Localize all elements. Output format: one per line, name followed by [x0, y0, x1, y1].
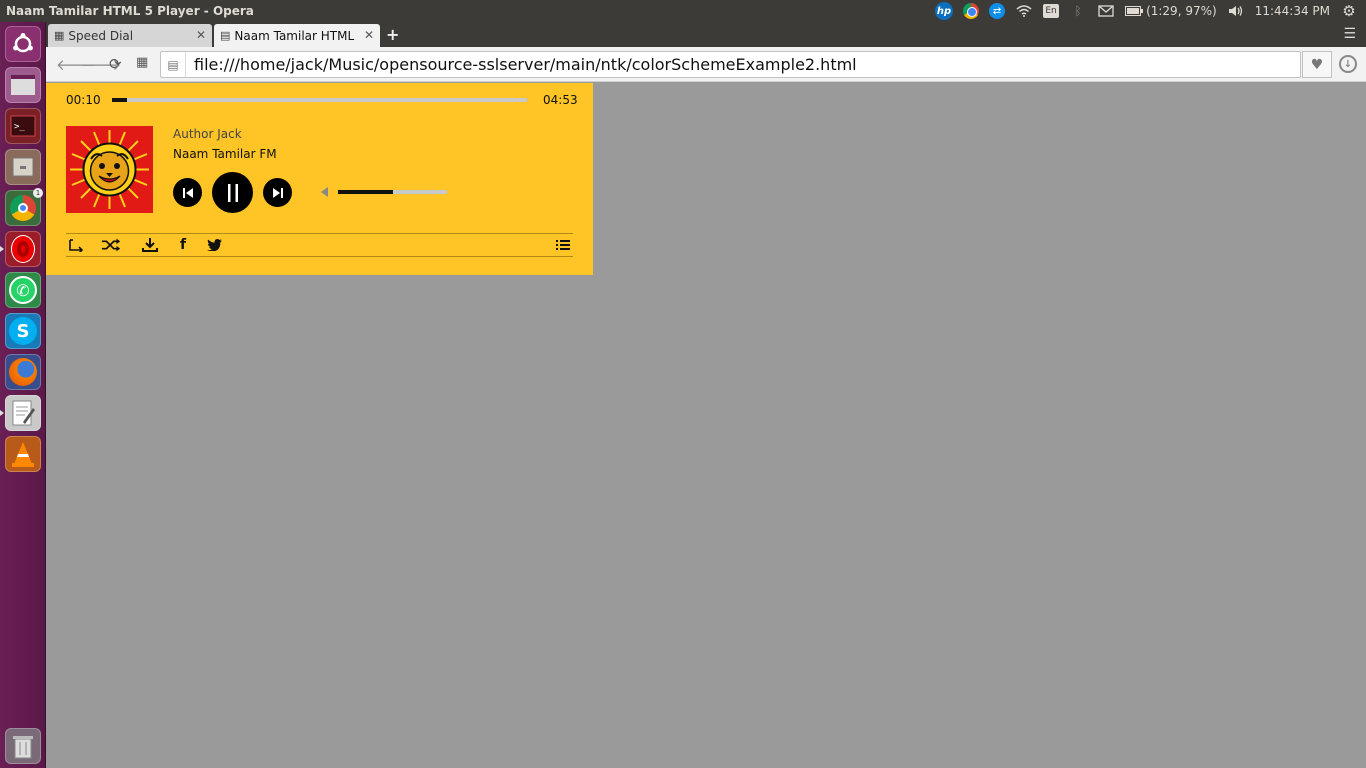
new-tab-button[interactable]: +: [386, 25, 399, 44]
pause-icon: [227, 183, 238, 202]
page-info-icon[interactable]: ▤: [161, 58, 185, 72]
url-text[interactable]: file:///home/jack/Music/opensource-sslse…: [185, 52, 857, 77]
author-label: Author Jack: [173, 127, 242, 141]
tab-menu-icon[interactable]: ☰: [1343, 26, 1356, 42]
divider: [66, 233, 573, 234]
wifi-icon[interactable]: [1015, 3, 1033, 19]
keyboard-layout-indicator[interactable]: En: [1043, 4, 1060, 18]
previous-button[interactable]: [173, 178, 202, 207]
tab-speed-dial[interactable]: ▦ Speed Dial ✕: [48, 24, 212, 47]
trash-icon: [13, 736, 33, 759]
settings-gear-icon[interactable]: ⚙: [1340, 2, 1358, 20]
launcher-dash-home[interactable]: [5, 26, 41, 62]
next-button[interactable]: [263, 178, 292, 207]
heart-icon[interactable]: ♥: [1302, 51, 1332, 78]
launcher-workspace-switcher[interactable]: [5, 67, 41, 103]
divider: [66, 256, 573, 257]
tab-player[interactable]: ▤ Naam Tamilar HTML 5 Player ✕: [214, 24, 380, 47]
progress-bar[interactable]: [112, 98, 527, 102]
page-icon: ▤: [220, 29, 231, 42]
address-bar[interactable]: ▤ file:///home/jack/Music/opensource-ssl…: [160, 51, 1301, 78]
playlist-button[interactable]: [553, 235, 573, 255]
total-time: 04:53: [543, 93, 578, 107]
chrome-icon: [10, 195, 36, 221]
firefox-icon: [9, 358, 37, 386]
opera-icon: [11, 235, 35, 263]
album-art: [66, 126, 153, 213]
window-title: Naam Tamilar HTML 5 Player - Opera: [6, 4, 254, 18]
whatsapp-icon: ✆: [9, 276, 37, 304]
running-indicator: [0, 246, 4, 252]
music-player: 00:10 04:53 Author Jack Naam Tamilar FM: [46, 83, 593, 275]
battery-indicator[interactable]: (1:29, 97%): [1125, 3, 1217, 19]
launcher-skype[interactable]: S: [5, 313, 41, 349]
launcher-chrome[interactable]: 1: [5, 188, 43, 226]
svg-text:>_: >_: [14, 122, 25, 132]
launcher-files[interactable]: [5, 149, 41, 185]
launcher: >_ 1 ✆ S: [0, 22, 46, 768]
workspace-icon: [11, 75, 35, 95]
hp-icon[interactable]: hp: [935, 2, 954, 20]
tab-bar: ▦ Speed Dial ✕ ▤ Naam Tamilar HTML 5 Pla…: [46, 22, 1366, 47]
facebook-icon[interactable]: f: [173, 235, 193, 255]
tiger-emblem-icon: [66, 126, 153, 213]
volume-slider[interactable]: [338, 190, 447, 194]
launcher-text-editor[interactable]: [0, 395, 41, 431]
launcher-terminal[interactable]: >_: [5, 108, 41, 144]
skype-icon: S: [9, 317, 37, 345]
browser-toolbar: 🡐 🡒 ⟳ ▦ ▤ file:///home/jack/Music/openso…: [46, 47, 1366, 82]
close-icon[interactable]: ✕: [196, 28, 206, 42]
system-top-panel: Naam Tamilar HTML 5 Player - Opera hp ⇄ …: [0, 0, 1366, 22]
text-editor-icon: [12, 400, 35, 426]
station-title: Naam Tamilar FM: [173, 147, 277, 161]
twitter-button[interactable]: [204, 235, 224, 255]
battery-text: (1:29, 97%): [1146, 4, 1217, 18]
download-icon[interactable]: ↓: [1339, 55, 1357, 73]
launcher-vlc[interactable]: [5, 436, 41, 472]
teamviewer-icon[interactable]: ⇄: [989, 3, 1006, 19]
current-time: 00:10: [66, 93, 101, 107]
pause-button[interactable]: [212, 172, 253, 213]
running-indicator: [0, 410, 4, 416]
tab-label: Naam Tamilar HTML 5 Player: [234, 28, 356, 43]
launcher-trash[interactable]: [5, 728, 41, 764]
reload-icon[interactable]: ⟳: [109, 55, 122, 73]
file-cabinet-icon: [12, 157, 34, 177]
skip-next-icon: [272, 187, 283, 198]
repeat-icon: [69, 239, 84, 252]
skip-previous-icon: [182, 187, 193, 198]
battery-icon: [1125, 3, 1144, 19]
progress-fill: [112, 98, 127, 102]
grid-icon: ▦: [54, 29, 65, 42]
playlist-icon: [556, 240, 570, 250]
volume-icon[interactable]: [321, 187, 328, 197]
clock[interactable]: 11:44:34 PM: [1255, 4, 1330, 18]
volume-tray-icon[interactable]: [1227, 3, 1245, 19]
system-tray: hp ⇄ En ᛒ (1:29, 97%) 11:44:34 PM ⚙: [935, 0, 1366, 22]
terminal-icon: >_: [10, 115, 36, 137]
tab-label: Speed Dial: [68, 28, 134, 43]
repeat-button[interactable]: [66, 235, 86, 255]
chrome-tray-icon[interactable]: [963, 3, 980, 19]
chrome-notification-badge: 1: [33, 188, 43, 198]
shuffle-button[interactable]: [101, 235, 121, 255]
volume-fill: [338, 190, 393, 194]
twitter-icon: [206, 239, 222, 251]
speed-dial-grid-icon[interactable]: ▦: [136, 55, 148, 70]
download-icon: [142, 238, 158, 252]
shuffle-icon: [101, 238, 121, 252]
download-button[interactable]: [140, 235, 160, 255]
close-icon[interactable]: ✕: [364, 28, 374, 42]
launcher-opera[interactable]: [0, 231, 41, 267]
ubuntu-logo-icon: [13, 33, 33, 53]
vlc-cone-icon: [12, 442, 34, 467]
bluetooth-icon[interactable]: ᛒ: [1069, 3, 1087, 19]
launcher-whatsapp[interactable]: ✆: [5, 272, 41, 308]
mail-icon[interactable]: [1097, 3, 1115, 19]
launcher-firefox[interactable]: [5, 354, 41, 390]
